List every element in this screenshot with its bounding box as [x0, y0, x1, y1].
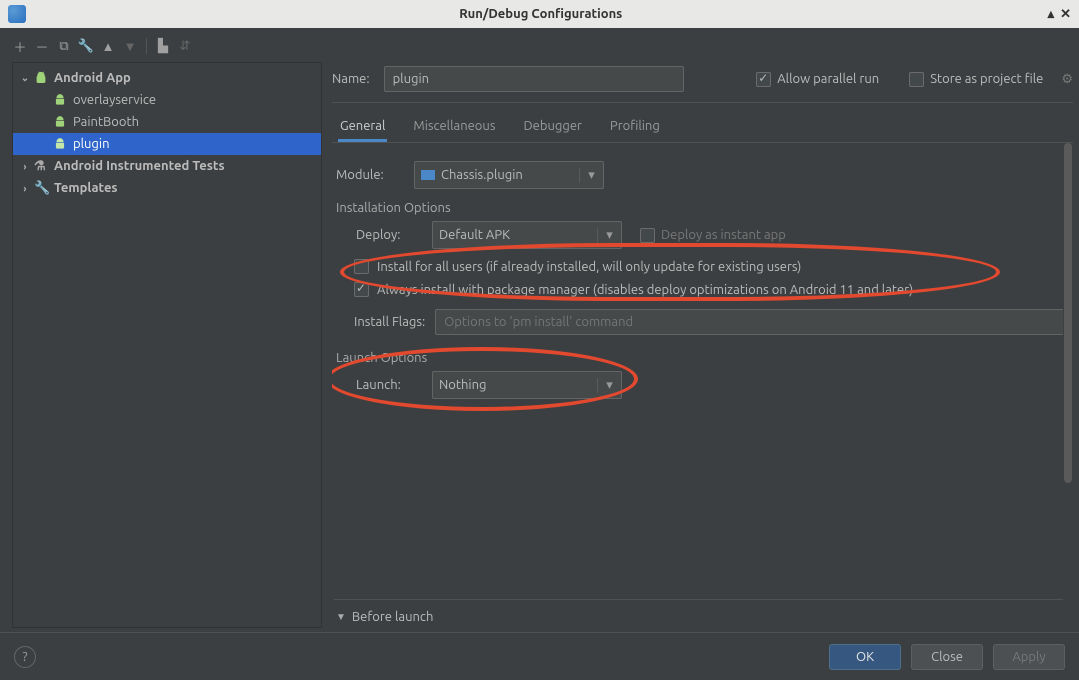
tree-node-plugin[interactable]: plugin — [13, 133, 321, 155]
install-flags-label: Install Flags: — [354, 315, 425, 329]
android-icon — [53, 93, 67, 107]
before-launch-title: Before launch — [352, 610, 433, 624]
deploy-instant-label: Deploy as instant app — [661, 228, 786, 242]
name-input[interactable] — [384, 66, 684, 92]
gear-icon[interactable]: ⚙ — [1061, 72, 1073, 87]
scrollbar[interactable] — [1063, 143, 1073, 628]
down-icon[interactable]: ▼ — [122, 38, 138, 54]
store-project-box[interactable] — [909, 72, 924, 87]
launch-combo[interactable]: Nothing ▾ — [432, 371, 622, 399]
close-icon[interactable]: ✕ — [1060, 7, 1071, 22]
install-flags-input[interactable] — [435, 309, 1067, 335]
launch-section-title: Launch Options — [334, 351, 1067, 365]
tree-label: Templates — [54, 181, 118, 195]
always-pm-checkbox[interactable] — [354, 282, 369, 297]
module-label: Module: — [334, 168, 414, 182]
tree-node-templates[interactable]: › 🔧 Templates — [13, 177, 321, 199]
deploy-instant-checkbox[interactable] — [640, 228, 655, 243]
tree-label: overlayservice — [73, 93, 156, 107]
config-toolbar: ＋ － ⧉ 🔧 ▲ ▼ ▙ ⇵ — [12, 38, 332, 54]
module-icon — [421, 170, 435, 180]
wrench-icon: 🔧 — [34, 181, 48, 196]
add-icon[interactable]: ＋ — [12, 38, 28, 54]
chevron-down-icon: ▾ — [597, 378, 615, 393]
sort-icon[interactable]: ⇵ — [177, 38, 193, 54]
titlebar: Run/Debug Configurations ▴ ✕ — [0, 0, 1079, 28]
flask-icon: ⚗ — [34, 159, 48, 174]
android-icon — [34, 71, 48, 85]
minimize-icon[interactable]: ▴ — [1048, 7, 1055, 22]
tab-miscellaneous[interactable]: Miscellaneous — [411, 113, 497, 142]
chevron-down-icon[interactable]: ⌄ — [19, 72, 31, 84]
deploy-label: Deploy: — [354, 228, 432, 242]
name-label: Name: — [332, 72, 370, 86]
store-project-checkbox[interactable]: Store as project file — [909, 72, 1043, 87]
close-button[interactable]: Close — [911, 644, 983, 670]
tree-label: Android Instrumented Tests — [54, 159, 225, 173]
module-value: Chassis.plugin — [441, 168, 523, 182]
config-tree[interactable]: ⌄ Android App overlayservice — [12, 62, 322, 628]
tab-profiling[interactable]: Profiling — [608, 113, 662, 142]
tree-node-overlayservice[interactable]: overlayservice — [13, 89, 321, 111]
tree-label: plugin — [73, 137, 110, 151]
copy-icon[interactable]: ⧉ — [56, 38, 72, 54]
apply-button[interactable]: Apply — [993, 644, 1065, 670]
launch-value: Nothing — [439, 378, 486, 392]
tree-node-instrumented[interactable]: › ⚗ Android Instrumented Tests — [13, 155, 321, 177]
tab-general[interactable]: General — [338, 113, 387, 142]
launch-label: Launch: — [354, 378, 432, 392]
chevron-right-icon[interactable]: › — [19, 183, 31, 194]
store-project-label: Store as project file — [930, 72, 1043, 86]
install-all-label: Install for all users (if already instal… — [377, 260, 801, 274]
folder-icon[interactable]: ▙ — [155, 38, 171, 54]
app-icon — [8, 5, 26, 23]
chevron-down-icon: ▾ — [597, 228, 615, 243]
remove-icon[interactable]: － — [34, 38, 50, 54]
allow-parallel-label: Allow parallel run — [777, 72, 879, 86]
ok-button[interactable]: OK — [829, 644, 901, 670]
always-pm-label: Always install with package manager (dis… — [377, 283, 913, 297]
android-icon — [53, 115, 67, 129]
deploy-combo[interactable]: Default APK ▾ — [432, 221, 622, 249]
install-all-checkbox[interactable] — [354, 259, 369, 274]
tree-label: Android App — [54, 71, 131, 85]
tree-label: PaintBooth — [73, 115, 139, 129]
module-combo[interactable]: Chassis.plugin ▾ — [414, 161, 604, 189]
help-button[interactable]: ? — [14, 646, 36, 668]
config-tabs: General Miscellaneous Debugger Profiling — [332, 103, 1073, 143]
window-title: Run/Debug Configurations — [34, 7, 1048, 21]
chevron-down-icon: ▾ — [579, 168, 597, 183]
android-icon — [53, 137, 67, 151]
tree-node-android-app[interactable]: ⌄ Android App — [13, 67, 321, 89]
allow-parallel-checkbox[interactable]: Allow parallel run — [756, 72, 879, 87]
tab-debugger[interactable]: Debugger — [521, 113, 583, 142]
wrench-icon[interactable]: 🔧 — [78, 38, 94, 54]
tree-node-paintbooth[interactable]: PaintBooth — [13, 111, 321, 133]
install-section-title: Installation Options — [334, 201, 1067, 215]
allow-parallel-box[interactable] — [756, 72, 771, 87]
up-icon[interactable]: ▲ — [100, 38, 116, 54]
before-launch-header[interactable]: ▼ Before launch — [336, 606, 1065, 628]
chevron-right-icon[interactable]: › — [19, 161, 31, 172]
chevron-down-icon: ▼ — [336, 611, 346, 623]
deploy-value: Default APK — [439, 228, 510, 242]
